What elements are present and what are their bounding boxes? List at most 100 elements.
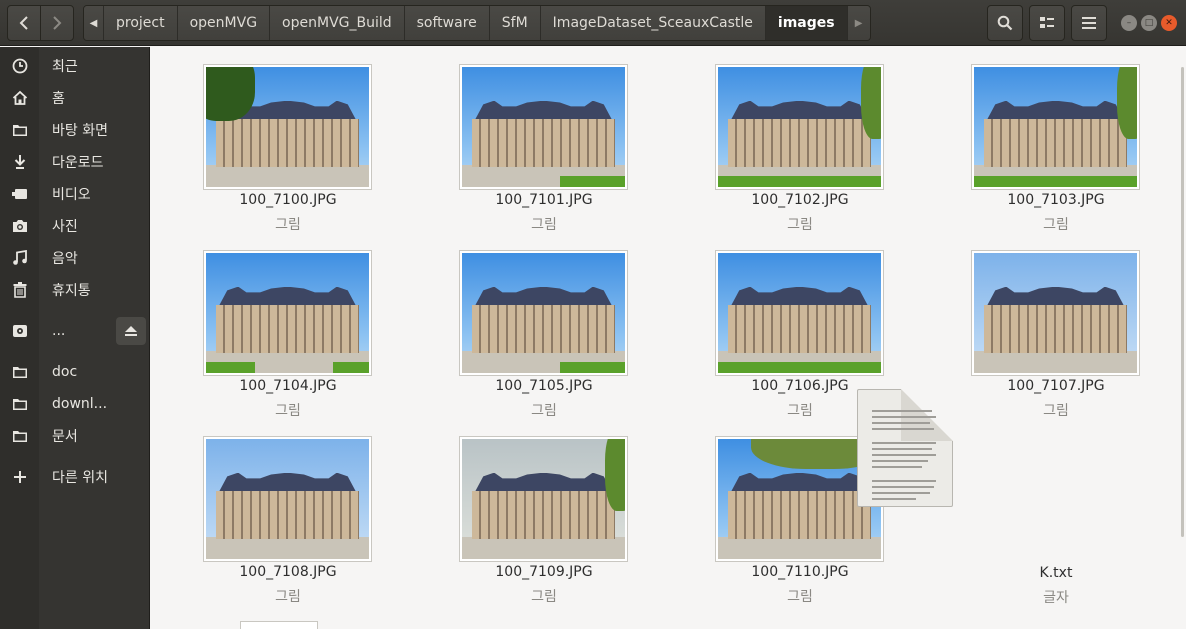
sidebar-item-label: 음악 xyxy=(52,251,78,267)
breadcrumb-openmvg-build[interactable]: openMVG_Build xyxy=(270,6,405,40)
breadcrumb: ◀ project openMVG openMVG_Build software… xyxy=(83,5,871,41)
image-thumbnail xyxy=(203,64,372,190)
breadcrumb-project[interactable]: project xyxy=(104,6,178,40)
hamburger-icon xyxy=(1082,17,1096,29)
image-thumbnail xyxy=(971,250,1140,376)
image-thumbnail xyxy=(203,436,372,562)
image-thumbnail xyxy=(203,250,372,376)
file-name: 100_7104.JPG xyxy=(239,378,337,394)
menu-button[interactable] xyxy=(1071,5,1107,41)
file-name: K.txt xyxy=(1039,565,1073,581)
header-bar: ◀ project openMVG openMVG_Build software… xyxy=(0,0,1186,46)
breadcrumb-software[interactable]: software xyxy=(404,6,490,40)
trash-icon xyxy=(0,275,39,305)
sidebar-item-desktop[interactable]: 바탕 화면 xyxy=(0,115,150,145)
eject-button[interactable] xyxy=(116,317,146,345)
file-type: 그림 xyxy=(275,217,301,233)
sidebar-item-label: 휴지통 xyxy=(52,283,91,299)
close-icon: ✕ xyxy=(1165,17,1173,28)
file-type: 그림 xyxy=(1043,403,1069,419)
view-toggle-button[interactable] xyxy=(1029,5,1065,41)
sidebar-item-videos[interactable]: 비디오 xyxy=(0,179,150,209)
sidebar-item-other-locations[interactable]: 다른 위치 xyxy=(0,462,150,492)
sidebar-item-downl[interactable]: downl... xyxy=(0,389,150,419)
file-type: 그림 xyxy=(531,217,557,233)
maximize-button[interactable]: □ xyxy=(1141,15,1157,31)
file-name: 100_7109.JPG xyxy=(495,564,593,580)
partial-file-thumbnail[interactable] xyxy=(240,621,318,629)
breadcrumb-openmvg[interactable]: openMVG xyxy=(177,6,271,40)
forward-button[interactable] xyxy=(40,5,74,41)
chevron-left-icon xyxy=(19,16,28,30)
file-name: 100_7110.JPG xyxy=(751,564,849,580)
sidebar-item-downloads[interactable]: 다운로드 xyxy=(0,147,150,177)
file-type: 그림 xyxy=(531,589,557,605)
file-type: 그림 xyxy=(531,403,557,419)
disk-icon xyxy=(0,316,39,346)
clock-icon xyxy=(0,51,39,81)
sidebar-item-label: ... xyxy=(52,323,66,339)
file-type: 그림 xyxy=(787,217,813,233)
camera-icon xyxy=(0,211,39,241)
sidebar-item-label: 바탕 화면 xyxy=(52,123,108,139)
file-type: 그림 xyxy=(1043,217,1069,233)
sidebar-item-label: 비디오 xyxy=(52,187,91,203)
sidebar-item-label: 문서 xyxy=(52,429,78,445)
search-button[interactable] xyxy=(987,5,1023,41)
music-icon xyxy=(0,243,39,273)
text-file-icon[interactable] xyxy=(857,389,953,507)
file-name: 100_7100.JPG xyxy=(239,192,337,208)
breadcrumb-scroll-left-button[interactable]: ◀ xyxy=(84,6,104,40)
folder-icon xyxy=(0,389,39,419)
list-view-icon xyxy=(1040,17,1054,28)
sidebar-item-doc[interactable]: doc xyxy=(0,357,150,387)
image-thumbnail xyxy=(715,250,884,376)
sidebar-item-label: doc xyxy=(52,364,78,380)
plus-icon xyxy=(0,462,39,492)
sidebar: 최근 홈 바탕 화면 다운로드 비디오 사진 음악 휴지통 ... doc do… xyxy=(0,47,150,629)
back-button[interactable] xyxy=(7,5,41,41)
sidebar-item-pictures[interactable]: 사진 xyxy=(0,211,150,241)
minimize-button[interactable]: – xyxy=(1121,15,1137,31)
breadcrumb-sfm[interactable]: SfM xyxy=(489,6,541,40)
sidebar-item-label: 홈 xyxy=(52,91,65,107)
close-button[interactable]: ✕ xyxy=(1161,15,1177,31)
sidebar-item-recent[interactable]: 최근 xyxy=(0,51,150,81)
sidebar-item-trash[interactable]: 휴지통 xyxy=(0,275,150,305)
file-name: 100_7102.JPG xyxy=(751,192,849,208)
scrollbar[interactable] xyxy=(1181,67,1184,537)
download-icon xyxy=(0,147,39,177)
folder-icon xyxy=(0,357,39,387)
sidebar-item-label: 다운로드 xyxy=(52,155,104,171)
home-icon xyxy=(0,83,39,113)
file-type: 그림 xyxy=(275,589,301,605)
breadcrumb-images[interactable]: images xyxy=(765,6,848,40)
sidebar-item-music[interactable]: 음악 xyxy=(0,243,150,273)
sidebar-item-documents[interactable]: 문서 xyxy=(0,421,150,451)
video-icon xyxy=(0,179,39,209)
file-type: 그림 xyxy=(787,589,813,605)
chevron-right-icon xyxy=(53,16,62,30)
image-thumbnail xyxy=(715,64,884,190)
breadcrumb-scroll-right-button[interactable]: ▶ xyxy=(847,6,870,40)
file-type: 그림 xyxy=(275,403,301,419)
eject-icon xyxy=(125,326,137,336)
image-thumbnail xyxy=(971,64,1140,190)
file-name: 100_7108.JPG xyxy=(239,564,337,580)
maximize-icon: □ xyxy=(1144,17,1154,28)
sidebar-item-label: 최근 xyxy=(52,59,78,75)
file-name: 100_7101.JPG xyxy=(495,192,593,208)
sidebar-item-label: 사진 xyxy=(52,219,78,235)
breadcrumb-imagedataset[interactable]: ImageDataset_SceauxCastle xyxy=(540,6,766,40)
sidebar-item-home[interactable]: 홈 xyxy=(0,83,150,113)
search-icon xyxy=(997,15,1013,31)
sidebar-item-label: 다른 위치 xyxy=(52,470,108,486)
sidebar-item-label: downl... xyxy=(52,396,108,412)
image-thumbnail xyxy=(459,64,628,190)
file-name: 100_7107.JPG xyxy=(1007,378,1105,394)
file-name: 100_7105.JPG xyxy=(495,378,593,394)
minimize-icon: – xyxy=(1126,17,1132,28)
folder-icon xyxy=(0,421,39,451)
folder-icon xyxy=(0,115,39,145)
image-thumbnail xyxy=(459,250,628,376)
